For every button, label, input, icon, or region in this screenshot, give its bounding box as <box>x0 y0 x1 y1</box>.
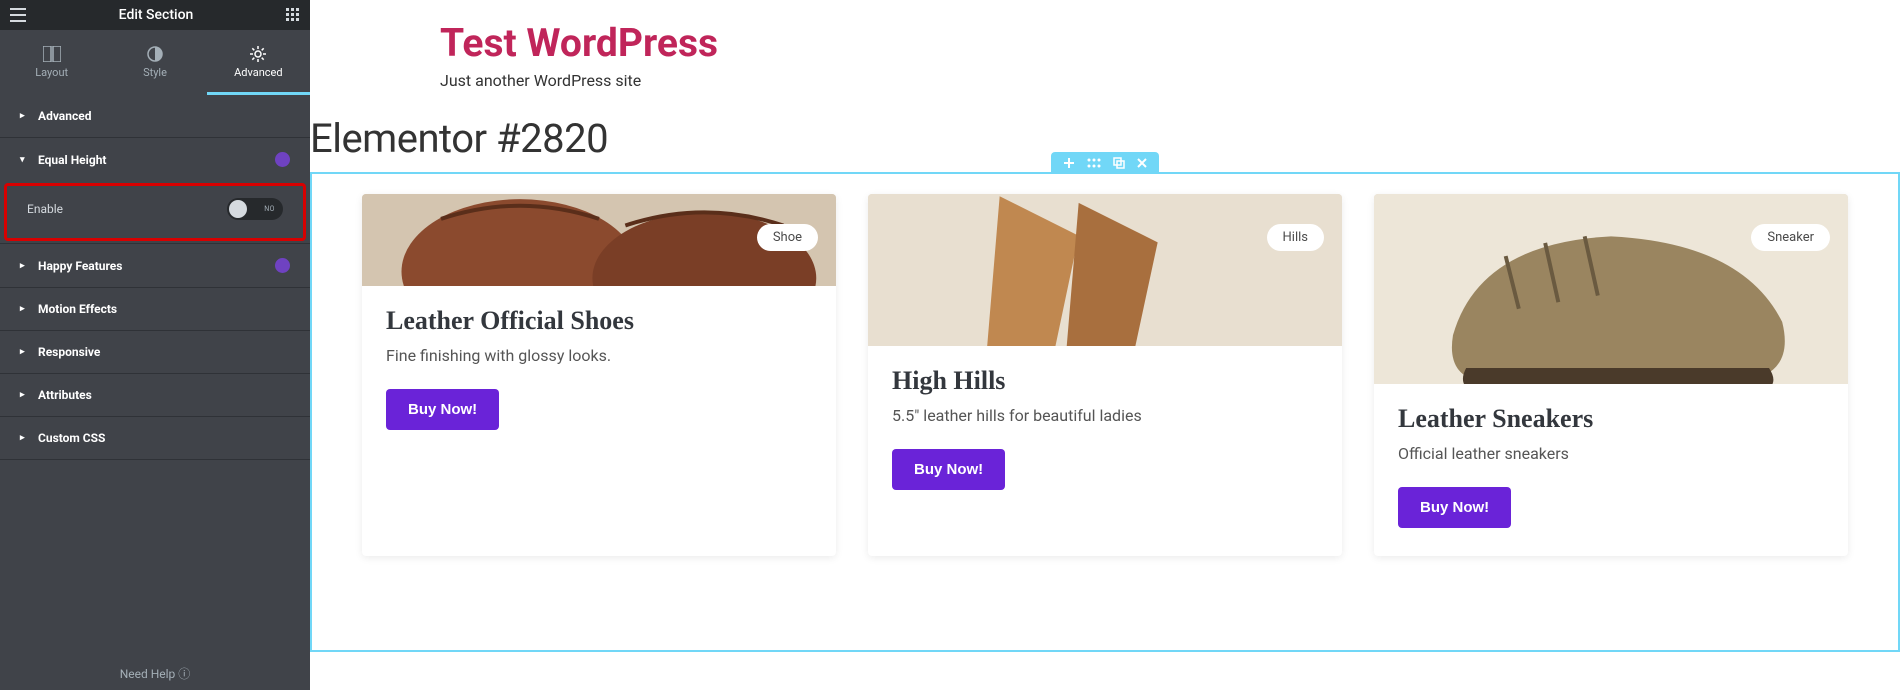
sidebar-tabs: Layout Style Advanced <box>0 30 310 95</box>
tab-layout[interactable]: Layout <box>0 30 103 95</box>
product-card[interactable]: Hills High Hills 5.5" leather hills for … <box>868 194 1342 556</box>
panel-label: Responsive <box>38 345 100 359</box>
product-description: Fine finishing with glossy looks. <box>386 346 812 365</box>
enable-label: Enable <box>27 202 63 216</box>
style-icon <box>147 46 163 62</box>
enable-row: Enable NO <box>7 186 303 238</box>
product-title: Leather Official Shoes <box>386 306 812 336</box>
tab-label: Layout <box>35 66 68 79</box>
panel-attributes[interactable]: ▸ Attributes <box>0 374 310 417</box>
apps-grid-icon[interactable] <box>286 8 300 22</box>
help-icon: ⓘ <box>178 667 190 681</box>
product-description: Official leather sneakers <box>1398 444 1824 463</box>
tab-label: Style <box>143 66 167 79</box>
panel-custom-css[interactable]: ▸ Custom CSS <box>0 417 310 460</box>
panel-label: Custom CSS <box>38 431 105 445</box>
happy-badge-icon <box>275 258 290 273</box>
product-tag[interactable]: Sneaker <box>1751 224 1830 251</box>
tab-style[interactable]: Style <box>103 30 206 95</box>
cards-row: Shoe Leather Official Shoes Fine finishi… <box>312 174 1898 576</box>
panel-happy-features[interactable]: ▸ Happy Features <box>0 244 310 288</box>
tab-advanced[interactable]: Advanced <box>207 30 310 95</box>
delete-section-icon[interactable] <box>1137 158 1147 168</box>
sidebar-title: Edit Section <box>119 7 194 23</box>
product-card[interactable]: Sneaker Leather Sneakers Official leathe… <box>1374 194 1848 556</box>
panel-label: Equal Height <box>38 153 106 167</box>
panel-label: Motion Effects <box>38 302 117 316</box>
product-image: Sneaker <box>1374 194 1848 384</box>
chevron-right-icon: ▸ <box>20 433 28 443</box>
panel-responsive[interactable]: ▸ Responsive <box>0 331 310 374</box>
card-body: High Hills 5.5" leather hills for beauti… <box>868 346 1342 518</box>
panel-equal-height-header[interactable]: ▾ Equal Height <box>0 138 310 181</box>
editor-section[interactable]: Shoe Leather Official Shoes Fine finishi… <box>310 172 1900 652</box>
editor-sidebar: Edit Section Layout Style Advanced ▸ Adv… <box>0 0 310 690</box>
site-title[interactable]: Test WordPress <box>440 20 1900 66</box>
toggle-knob <box>229 200 247 218</box>
site-header: Test WordPress Just another WordPress si… <box>310 0 1900 100</box>
enable-toggle[interactable]: NO <box>227 198 283 220</box>
card-body: Leather Sneakers Official leather sneake… <box>1374 384 1848 556</box>
duplicate-section-icon[interactable] <box>1113 157 1125 169</box>
need-help-label: Need Help <box>120 667 176 681</box>
chevron-right-icon: ▸ <box>20 390 28 400</box>
section-toolbar <box>1051 152 1159 174</box>
panel-motion-effects[interactable]: ▸ Motion Effects <box>0 288 310 331</box>
site-tagline: Just another WordPress site <box>440 71 1900 90</box>
panel-advanced[interactable]: ▸ Advanced <box>0 95 310 138</box>
product-tag[interactable]: Shoe <box>757 224 818 251</box>
chevron-right-icon: ▸ <box>20 111 28 121</box>
buy-button[interactable]: Buy Now! <box>1398 487 1511 528</box>
drag-section-icon[interactable] <box>1087 158 1101 168</box>
panel-label: Advanced <box>38 109 91 123</box>
chevron-right-icon: ▸ <box>20 261 28 271</box>
panel-label: Attributes <box>38 388 92 402</box>
happy-badge-icon <box>275 152 290 167</box>
toggle-state-label: NO <box>264 205 275 213</box>
gear-icon <box>250 46 266 62</box>
product-title: High Hills <box>892 366 1318 396</box>
need-help-link[interactable]: Need Help ⓘ <box>0 665 310 682</box>
product-title: Leather Sneakers <box>1398 404 1824 434</box>
card-body: Leather Official Shoes Fine finishing wi… <box>362 286 836 458</box>
product-card[interactable]: Shoe Leather Official Shoes Fine finishi… <box>362 194 836 556</box>
add-section-icon[interactable] <box>1063 157 1075 169</box>
panel-equal-height: ▾ Equal Height Enable NO <box>0 138 310 244</box>
buy-button[interactable]: Buy Now! <box>386 389 499 430</box>
chevron-right-icon: ▸ <box>20 347 28 357</box>
product-image: Shoe <box>362 194 836 286</box>
chevron-down-icon: ▾ <box>20 155 28 165</box>
product-tag[interactable]: Hills <box>1267 224 1324 251</box>
buy-button[interactable]: Buy Now! <box>892 449 1005 490</box>
layout-icon <box>43 46 61 62</box>
product-description: 5.5" leather hills for beautiful ladies <box>892 406 1318 425</box>
enable-highlight-box: Enable NO <box>4 183 306 241</box>
menu-icon[interactable] <box>10 8 26 22</box>
panel-label: Happy Features <box>38 259 122 273</box>
chevron-right-icon: ▸ <box>20 304 28 314</box>
product-image: Hills <box>868 194 1342 346</box>
preview-canvas: Test WordPress Just another WordPress si… <box>310 0 1900 690</box>
sidebar-header: Edit Section <box>0 0 310 30</box>
tab-label: Advanced <box>234 66 282 79</box>
